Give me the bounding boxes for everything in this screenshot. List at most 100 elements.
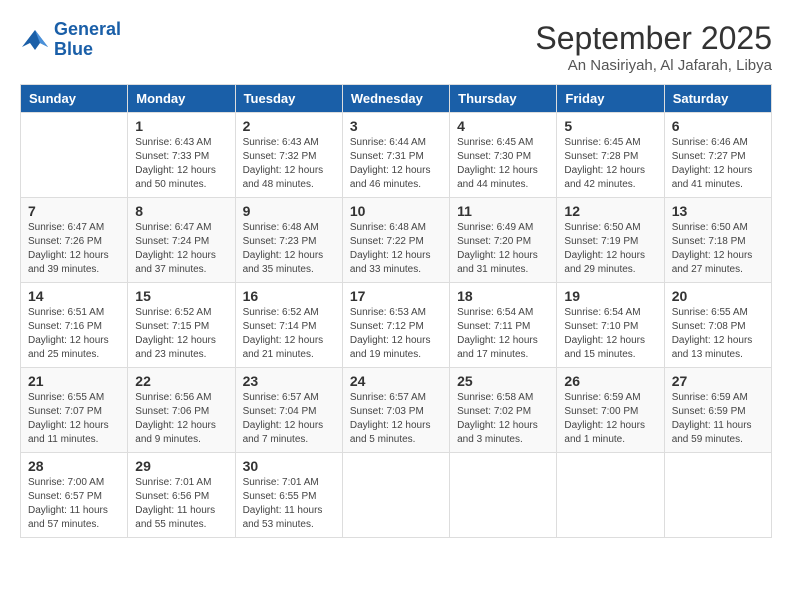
day-info: Sunrise: 6:57 AMSunset: 7:04 PMDaylight:… — [243, 391, 335, 447]
calendar-day-cell: 21 Sunrise: 6:55 AMSunset: 7:07 PMDayligh… — [21, 368, 128, 453]
day-number: 9 — [243, 203, 335, 219]
day-info: Sunrise: 6:44 AMSunset: 7:31 PMDaylight:… — [350, 136, 442, 192]
month-title: September 2025 — [535, 20, 772, 57]
calendar-day-cell: 13 Sunrise: 6:50 AMSunset: 7:18 PMDayligh… — [664, 198, 771, 283]
day-number: 21 — [28, 373, 120, 389]
day-info: Sunrise: 6:53 AMSunset: 7:12 PMDaylight:… — [350, 306, 442, 362]
day-number: 23 — [243, 373, 335, 389]
day-number: 17 — [350, 288, 442, 304]
day-info: Sunrise: 6:55 AMSunset: 7:07 PMDaylight:… — [28, 391, 120, 447]
location-subtitle: An Nasiriyah, Al Jafarah, Libya — [535, 57, 772, 74]
day-number: 11 — [457, 203, 549, 219]
day-number: 3 — [350, 118, 442, 134]
day-number: 13 — [672, 203, 764, 219]
day-info: Sunrise: 6:48 AMSunset: 7:23 PMDaylight:… — [243, 221, 335, 277]
col-saturday: Saturday — [664, 85, 771, 113]
day-info: Sunrise: 6:46 AMSunset: 7:27 PMDaylight:… — [672, 136, 764, 192]
day-info: Sunrise: 6:52 AMSunset: 7:14 PMDaylight:… — [243, 306, 335, 362]
day-info: Sunrise: 6:54 AMSunset: 7:10 PMDaylight:… — [564, 306, 656, 362]
day-info: Sunrise: 6:58 AMSunset: 7:02 PMDaylight:… — [457, 391, 549, 447]
calendar-week-row: 7 Sunrise: 6:47 AMSunset: 7:26 PMDaylight… — [21, 198, 772, 283]
calendar-day-cell: 19 Sunrise: 6:54 AMSunset: 7:10 PMDayligh… — [557, 283, 664, 368]
calendar-day-cell: 27Sunrise: 6:59 AMSunset: 6:59 PMDayligh… — [664, 368, 771, 453]
day-info: Sunrise: 6:43 AMSunset: 7:33 PMDaylight:… — [135, 136, 227, 192]
calendar-day-cell: 8 Sunrise: 6:47 AMSunset: 7:24 PMDaylight… — [128, 198, 235, 283]
day-info: Sunrise: 6:54 AMSunset: 7:11 PMDaylight:… — [457, 306, 549, 362]
day-info: Sunrise: 6:50 AMSunset: 7:18 PMDaylight:… — [672, 221, 764, 277]
day-number: 14 — [28, 288, 120, 304]
calendar-day-cell: 28 Sunrise: 7:00 AMSunset: 6:57 PMDayligh… — [21, 453, 128, 538]
calendar-day-cell: 7 Sunrise: 6:47 AMSunset: 7:26 PMDaylight… — [21, 198, 128, 283]
calendar-day-cell: 23 Sunrise: 6:57 AMSunset: 7:04 PMDayligh… — [235, 368, 342, 453]
calendar-day-cell: 10 Sunrise: 6:48 AMSunset: 7:22 PMDayligh… — [342, 198, 449, 283]
day-info: Sunrise: 6:45 AMSunset: 7:28 PMDaylight:… — [564, 136, 656, 192]
day-info: Sunrise: 6:47 AMSunset: 7:26 PMDaylight:… — [28, 221, 120, 277]
day-number: 28 — [28, 458, 120, 474]
day-info: Sunrise: 7:00 AMSunset: 6:57 PMDaylight:… — [28, 476, 120, 532]
calendar-day-cell: 20Sunrise: 6:55 AMSunset: 7:08 PMDayligh… — [664, 283, 771, 368]
calendar-header-row: Sunday Monday Tuesday Wednesday Thursday… — [21, 85, 772, 113]
col-thursday: Thursday — [450, 85, 557, 113]
day-info: Sunrise: 6:49 AMSunset: 7:20 PMDaylight:… — [457, 221, 549, 277]
calendar-day-cell: 6Sunrise: 6:46 AMSunset: 7:27 PMDaylight… — [664, 113, 771, 198]
day-number: 7 — [28, 203, 120, 219]
calendar-day-cell: 1 Sunrise: 6:43 AMSunset: 7:33 PMDaylight… — [128, 113, 235, 198]
day-number: 8 — [135, 203, 227, 219]
calendar-day-cell: 18 Sunrise: 6:54 AMSunset: 7:11 PMDayligh… — [450, 283, 557, 368]
calendar-day-cell: 2 Sunrise: 6:43 AMSunset: 7:32 PMDaylight… — [235, 113, 342, 198]
day-number: 25 — [457, 373, 549, 389]
col-friday: Friday — [557, 85, 664, 113]
col-tuesday: Tuesday — [235, 85, 342, 113]
calendar-day-cell: 4 Sunrise: 6:45 AMSunset: 7:30 PMDaylight… — [450, 113, 557, 198]
day-info: Sunrise: 6:59 AMSunset: 7:00 PMDaylight:… — [564, 391, 656, 447]
day-number: 4 — [457, 118, 549, 134]
calendar-week-row: 1 Sunrise: 6:43 AMSunset: 7:33 PMDaylight… — [21, 113, 772, 198]
calendar-day-cell — [342, 453, 449, 538]
calendar-day-cell: 30 Sunrise: 7:01 AMSunset: 6:55 PMDayligh… — [235, 453, 342, 538]
day-info: Sunrise: 6:48 AMSunset: 7:22 PMDaylight:… — [350, 221, 442, 277]
day-info: Sunrise: 6:51 AMSunset: 7:16 PMDaylight:… — [28, 306, 120, 362]
calendar-day-cell: 25 Sunrise: 6:58 AMSunset: 7:02 PMDayligh… — [450, 368, 557, 453]
title-area: September 2025 An Nasiriyah, Al Jafarah,… — [535, 20, 772, 74]
day-number: 19 — [564, 288, 656, 304]
calendar-day-cell: 29Sunrise: 7:01 AMSunset: 6:56 PMDayligh… — [128, 453, 235, 538]
calendar-day-cell — [21, 113, 128, 198]
day-number: 18 — [457, 288, 549, 304]
day-number: 30 — [243, 458, 335, 474]
logo-icon — [20, 25, 50, 55]
day-number: 5 — [564, 118, 656, 134]
day-info: Sunrise: 7:01 AMSunset: 6:56 PMDaylight:… — [135, 476, 227, 532]
calendar-day-cell: 14 Sunrise: 6:51 AMSunset: 7:16 PMDayligh… — [21, 283, 128, 368]
day-info: Sunrise: 7:01 AMSunset: 6:55 PMDaylight:… — [243, 476, 335, 532]
calendar-day-cell — [450, 453, 557, 538]
day-number: 22 — [135, 373, 227, 389]
calendar-day-cell: 11 Sunrise: 6:49 AMSunset: 7:20 PMDayligh… — [450, 198, 557, 283]
col-monday: Monday — [128, 85, 235, 113]
calendar-day-cell: 12Sunrise: 6:50 AMSunset: 7:19 PMDayligh… — [557, 198, 664, 283]
day-info: Sunrise: 6:45 AMSunset: 7:30 PMDaylight:… — [457, 136, 549, 192]
calendar-week-row: 28 Sunrise: 7:00 AMSunset: 6:57 PMDayligh… — [21, 453, 772, 538]
calendar-week-row: 14 Sunrise: 6:51 AMSunset: 7:16 PMDayligh… — [21, 283, 772, 368]
calendar-day-cell: 15Sunrise: 6:52 AMSunset: 7:15 PMDayligh… — [128, 283, 235, 368]
logo-text: General Blue — [54, 20, 121, 60]
day-info: Sunrise: 6:43 AMSunset: 7:32 PMDaylight:… — [243, 136, 335, 192]
day-info: Sunrise: 6:59 AMSunset: 6:59 PMDaylight:… — [672, 391, 764, 447]
calendar-day-cell: 9 Sunrise: 6:48 AMSunset: 7:23 PMDaylight… — [235, 198, 342, 283]
calendar-day-cell: 17 Sunrise: 6:53 AMSunset: 7:12 PMDayligh… — [342, 283, 449, 368]
day-info: Sunrise: 6:50 AMSunset: 7:19 PMDaylight:… — [564, 221, 656, 277]
day-info: Sunrise: 6:55 AMSunset: 7:08 PMDaylight:… — [672, 306, 764, 362]
calendar-day-cell: 26Sunrise: 6:59 AMSunset: 7:00 PMDayligh… — [557, 368, 664, 453]
day-number: 2 — [243, 118, 335, 134]
calendar-day-cell: 22Sunrise: 6:56 AMSunset: 7:06 PMDayligh… — [128, 368, 235, 453]
day-info: Sunrise: 6:52 AMSunset: 7:15 PMDaylight:… — [135, 306, 227, 362]
calendar-day-cell — [557, 453, 664, 538]
day-number: 1 — [135, 118, 227, 134]
col-sunday: Sunday — [21, 85, 128, 113]
col-wednesday: Wednesday — [342, 85, 449, 113]
calendar-day-cell: 5 Sunrise: 6:45 AMSunset: 7:28 PMDaylight… — [557, 113, 664, 198]
calendar-table: Sunday Monday Tuesday Wednesday Thursday… — [20, 84, 772, 538]
day-info: Sunrise: 6:47 AMSunset: 7:24 PMDaylight:… — [135, 221, 227, 277]
day-number: 10 — [350, 203, 442, 219]
calendar-week-row: 21 Sunrise: 6:55 AMSunset: 7:07 PMDayligh… — [21, 368, 772, 453]
calendar-day-cell: 3 Sunrise: 6:44 AMSunset: 7:31 PMDaylight… — [342, 113, 449, 198]
